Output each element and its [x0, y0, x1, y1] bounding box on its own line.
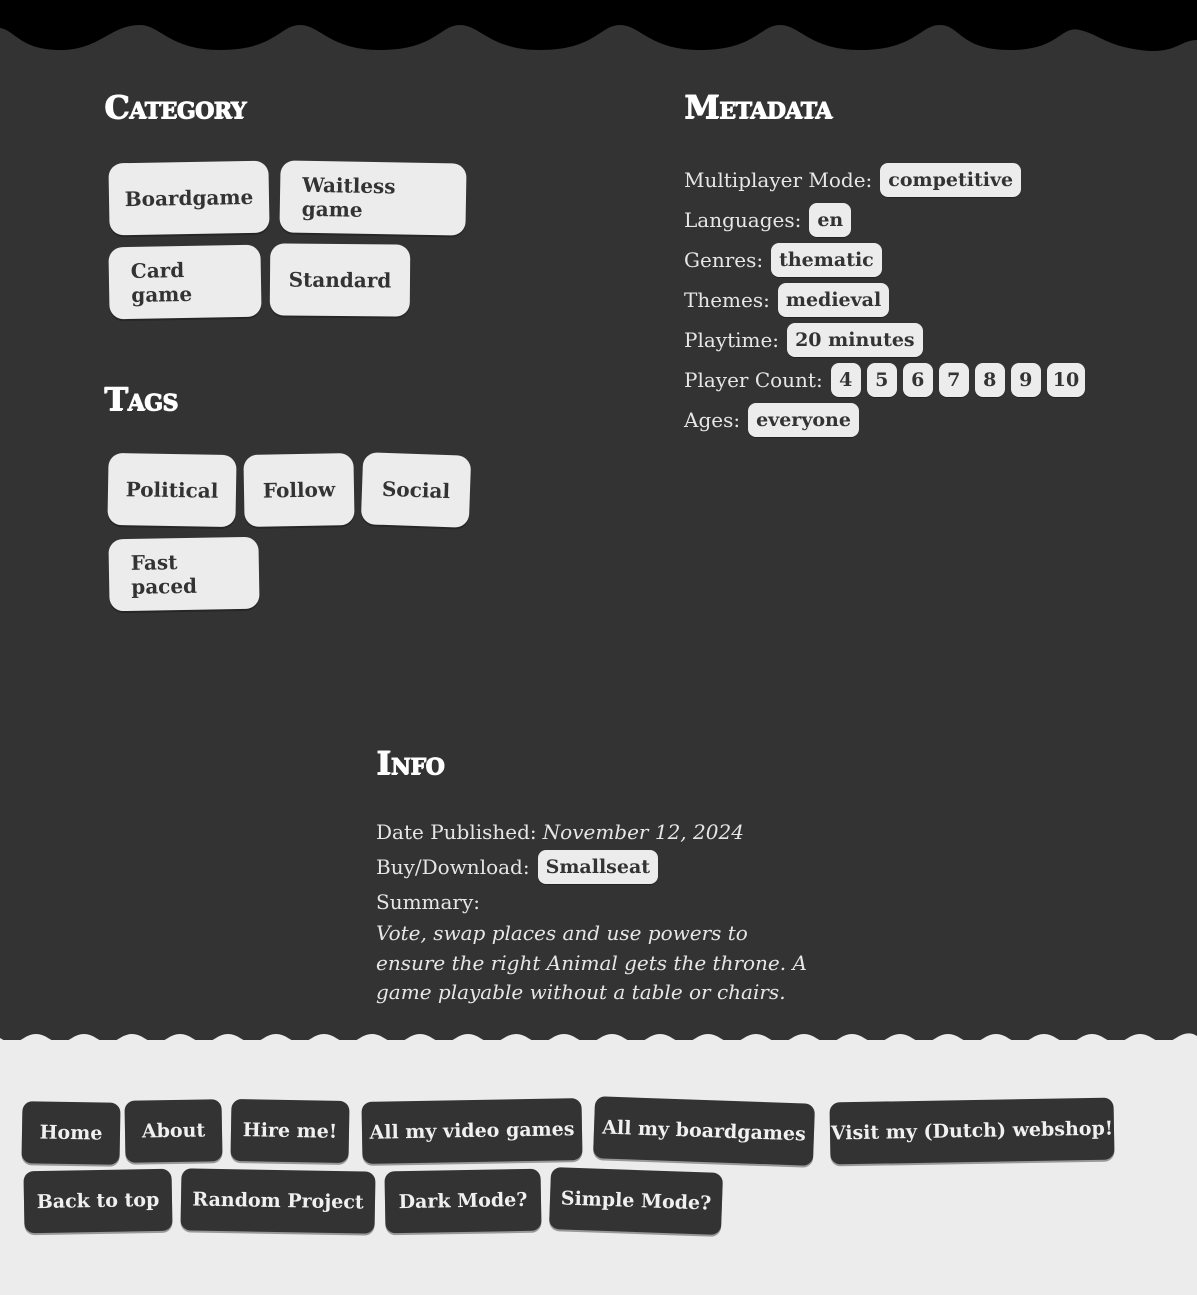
player-count-tag[interactable]: 4: [830, 363, 861, 397]
info-buy: Buy/Download: Smallseat: [376, 849, 816, 884]
tag-follow[interactable]: Follow: [243, 453, 355, 527]
meta-multiplayer: Multiplayer Mode: competitive: [684, 160, 1164, 200]
metadata-section: Metadata Multiplayer Mode: competitive L…: [684, 88, 1164, 440]
multiplayer-tag[interactable]: competitive: [880, 163, 1022, 197]
category-title: Category: [104, 88, 246, 126]
buy-label: Buy/Download:: [376, 854, 530, 879]
genre-tag[interactable]: thematic: [771, 243, 882, 277]
nav-boardgames[interactable]: All my boardgames: [592, 1096, 816, 1166]
genres-label: Genres:: [684, 248, 764, 272]
meta-languages: Languages: en: [684, 200, 1164, 240]
nav-home[interactable]: Home: [21, 1101, 121, 1165]
playtime-tag[interactable]: 20 minutes: [787, 323, 923, 357]
nav-hire-me[interactable]: Hire me!: [230, 1098, 350, 1164]
player-count-tag[interactable]: 6: [902, 363, 933, 397]
main-content: Category Boardgame Waitless game Card ga…: [0, 0, 1197, 1040]
player-count-tag[interactable]: 5: [866, 363, 897, 397]
theme-tag[interactable]: medieval: [777, 283, 890, 317]
themes-label: Themes:: [684, 288, 770, 312]
meta-ages: Ages: everyone: [684, 400, 1164, 440]
player-count-label: Player Count:: [684, 368, 823, 392]
playtime-label: Playtime:: [684, 328, 780, 352]
nav-dark-mode[interactable]: Dark Mode?: [384, 1168, 542, 1234]
nav-webshop[interactable]: Visit my (Dutch) webshop!: [829, 1097, 1115, 1165]
multiplayer-label: Multiplayer Mode:: [684, 168, 873, 192]
meta-themes: Themes: medieval: [684, 280, 1164, 320]
footer: Home About Hire me! All my video games A…: [0, 1040, 1197, 1295]
nav-random-project[interactable]: Random Project: [180, 1168, 376, 1234]
tags-title: Tags: [104, 380, 178, 418]
category-boardgame[interactable]: Boardgame: [108, 160, 270, 236]
info-section: Info Date Published: November 12, 2024 B…: [376, 744, 816, 1008]
category-list: Boardgame Waitless game Card game Standa…: [104, 160, 484, 322]
info-title: Info: [376, 744, 444, 782]
category-standard[interactable]: Standard: [269, 243, 411, 317]
buy-link[interactable]: Smallseat: [537, 849, 659, 884]
ages-label: Ages:: [684, 408, 741, 432]
category-card-game[interactable]: Card game: [108, 244, 262, 320]
summary-text: Vote, swap places and use powers to ensu…: [376, 921, 807, 1004]
languages-label: Languages:: [684, 208, 802, 232]
language-tag[interactable]: en: [809, 203, 852, 237]
date-label: Date Published:: [376, 819, 537, 844]
ages-tag[interactable]: everyone: [748, 403, 859, 437]
nav-back-to-top[interactable]: Back to top: [23, 1168, 173, 1234]
tags-section: Tags Political Follow Social Fast paced: [104, 380, 484, 614]
info-summary-label: Summary:: [376, 889, 481, 914]
player-count-tag[interactable]: 9: [1010, 363, 1041, 397]
date-value: November 12, 2024: [542, 819, 744, 844]
metadata-title: Metadata: [684, 88, 832, 126]
tag-political[interactable]: Political: [107, 452, 237, 528]
meta-player-count: Player Count: 4 5 6 7 8 9 10: [684, 360, 1164, 400]
player-count-tag[interactable]: 10: [1046, 363, 1086, 397]
category-waitless-game[interactable]: Waitless game: [279, 160, 467, 236]
tag-social[interactable]: Social: [360, 452, 472, 528]
nav-video-games[interactable]: All my video games: [361, 1098, 583, 1164]
footer-wave-border: [0, 1033, 1197, 1052]
category-section: Category Boardgame Waitless game Card ga…: [104, 88, 484, 322]
tags-list: Political Follow Social Fast paced: [104, 452, 484, 614]
meta-playtime: Playtime: 20 minutes: [684, 320, 1164, 360]
nav-simple-mode[interactable]: Simple Mode?: [548, 1167, 724, 1235]
player-count-tag[interactable]: 8: [974, 363, 1005, 397]
nav-about[interactable]: About: [124, 1099, 223, 1163]
info-date: Date Published: November 12, 2024: [376, 814, 816, 849]
meta-genres: Genres: thematic: [684, 240, 1164, 280]
tag-fast-paced[interactable]: Fast paced: [108, 536, 260, 612]
player-count-tag[interactable]: 7: [938, 363, 969, 397]
